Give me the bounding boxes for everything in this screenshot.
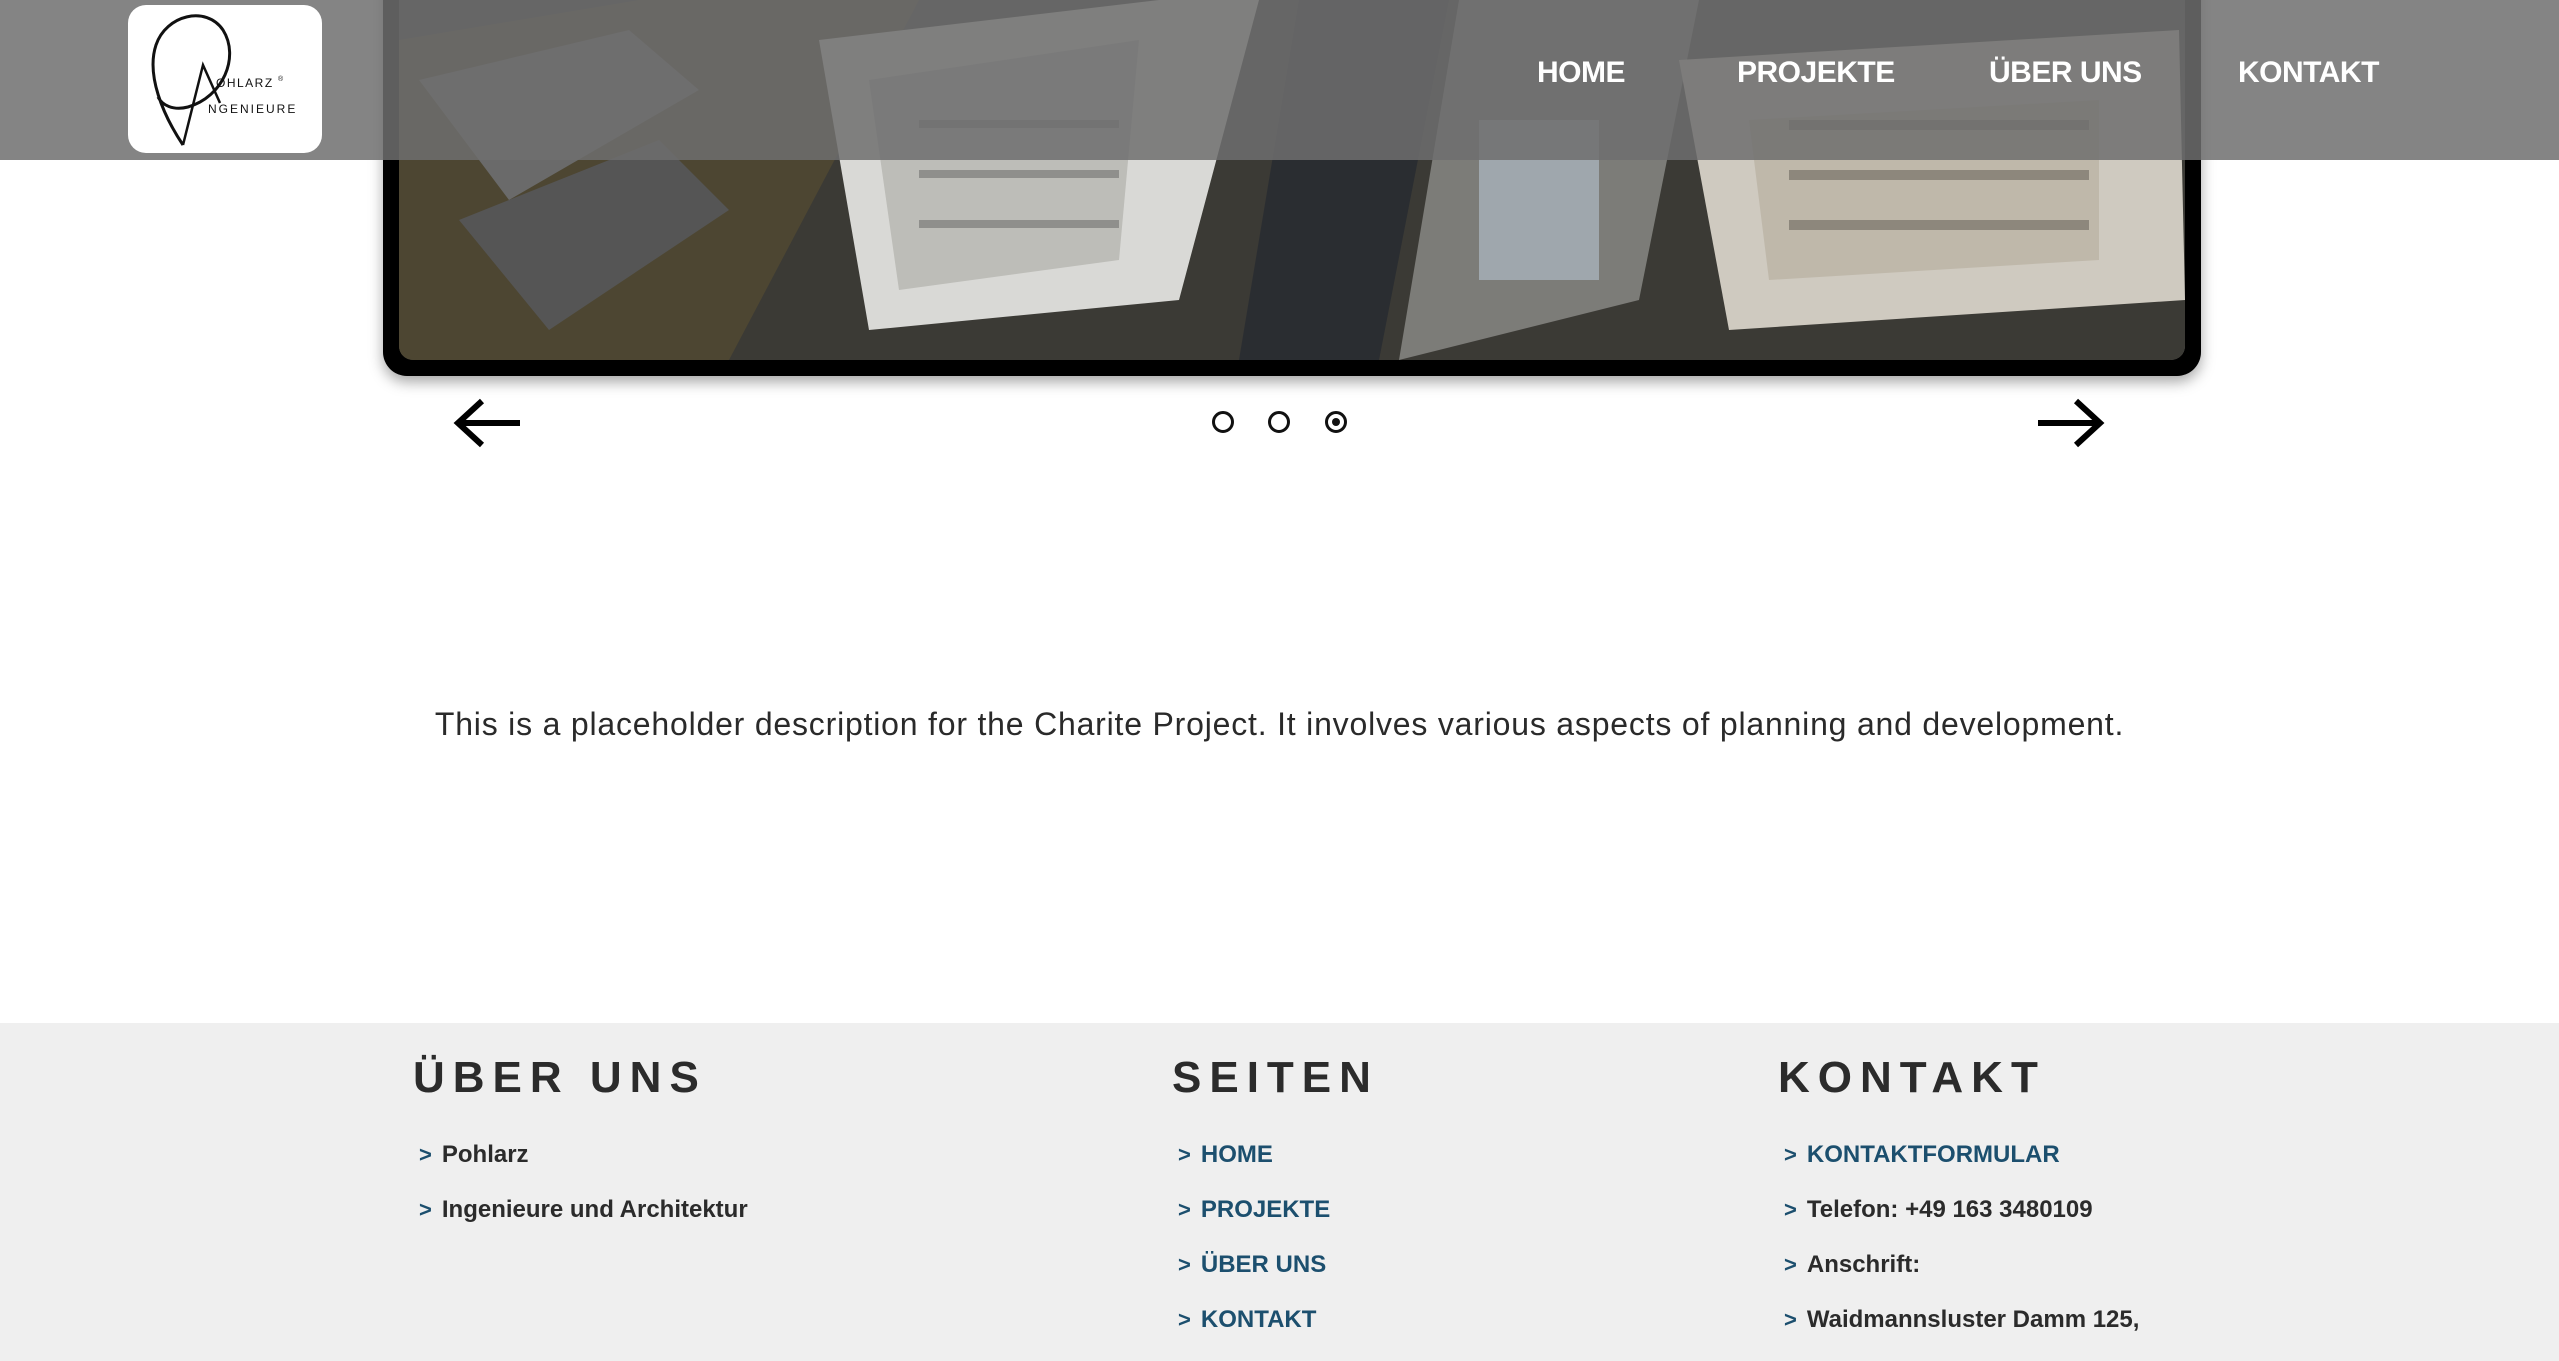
footer-text-address: Waidmannsluster Damm 125, [1806, 1306, 2140, 1333]
site-footer: ÜBER UNS > Pohlarz > Ingenieure und Archit… [0, 1023, 2559, 1361]
list-item: > Anschrift: [1784, 1251, 2139, 1306]
chevron-right-icon: > [1178, 1142, 1191, 1167]
nav-ueber-uns[interactable]: ÜBER UNS [1989, 56, 2142, 90]
list-item: > Pohlarz [419, 1141, 748, 1196]
chevron-right-icon: > [1784, 1142, 1797, 1167]
list-item: > Waidmannsluster Damm 125, [1784, 1306, 2139, 1361]
project-description: This is a placeholder description for th… [434, 706, 2125, 742]
arrow-left-icon [453, 398, 520, 448]
chevron-right-icon: > [1784, 1252, 1797, 1277]
chevron-right-icon: > [1178, 1252, 1191, 1277]
chevron-right-icon: > [1784, 1307, 1797, 1332]
nav-kontakt[interactable]: KONTAKT [2238, 56, 2379, 90]
footer-link-home[interactable]: HOME [1201, 1141, 1273, 1168]
slider-dot-1[interactable] [1212, 411, 1234, 433]
list-item: > Ingenieure und Architektur [419, 1196, 748, 1251]
chevron-right-icon: > [1784, 1197, 1797, 1222]
chevron-right-icon: > [419, 1197, 432, 1222]
footer-heading-kontakt: KONTAKT [1778, 1053, 2046, 1102]
list-item: > ÜBER UNS [1178, 1251, 1330, 1306]
nav-projekte[interactable]: PROJEKTE [1737, 56, 1895, 90]
footer-link-kontaktformular[interactable]: KONTAKTFORMULAR [1807, 1141, 2060, 1168]
footer-link-projekte[interactable]: PROJEKTE [1201, 1196, 1330, 1223]
site-header: OHLARZ ® NGENIEURE HOME PROJEKTE ÜBER UN… [0, 0, 2559, 160]
footer-heading-seiten: SEITEN [1172, 1053, 1379, 1102]
footer-list-kontakt: > KONTAKTFORMULAR > Telefon: +49 163 34801… [1784, 1141, 2139, 1361]
footer-text-ingenieure: Ingenieure und Architektur [441, 1196, 748, 1223]
nav-home[interactable]: HOME [1537, 56, 1626, 90]
chevron-right-icon: > [1178, 1197, 1191, 1222]
list-item: > PROJEKTE [1178, 1196, 1330, 1251]
footer-link-kontakt[interactable]: KONTAKT [1201, 1306, 1317, 1333]
footer-heading-ueber-uns: ÜBER UNS [413, 1053, 707, 1102]
list-item: > KONTAKTFORMULAR [1784, 1141, 2139, 1196]
list-item: > KONTAKT [1178, 1306, 1330, 1361]
slider-dot-3-active[interactable] [1325, 411, 1347, 433]
footer-text-telefon: Telefon: +49 163 3480109 [1806, 1196, 2093, 1223]
slider-next-button[interactable] [2034, 397, 2106, 449]
chevron-right-icon: > [1178, 1307, 1191, 1332]
footer-link-ueber-uns[interactable]: ÜBER UNS [1201, 1251, 1326, 1278]
footer-list-ueber-uns: > Pohlarz > Ingenieure und Architektur [419, 1141, 748, 1251]
main-nav: HOME PROJEKTE ÜBER UNS KONTAKT [0, 0, 2559, 160]
footer-list-seiten: > HOME > PROJEKTE > ÜBER UNS > KONTAKT [1178, 1141, 1330, 1361]
list-item: > Telefon: +49 163 3480109 [1784, 1196, 2139, 1251]
footer-text-anschrift: Anschrift: [1806, 1251, 1921, 1278]
arrow-right-icon [2038, 398, 2105, 448]
chevron-right-icon: > [419, 1142, 432, 1167]
slider-dot-2[interactable] [1268, 411, 1290, 433]
slider-prev-button[interactable] [452, 397, 524, 449]
list-item: > HOME [1178, 1141, 1330, 1196]
footer-text-pohlarz: Pohlarz [441, 1141, 529, 1168]
